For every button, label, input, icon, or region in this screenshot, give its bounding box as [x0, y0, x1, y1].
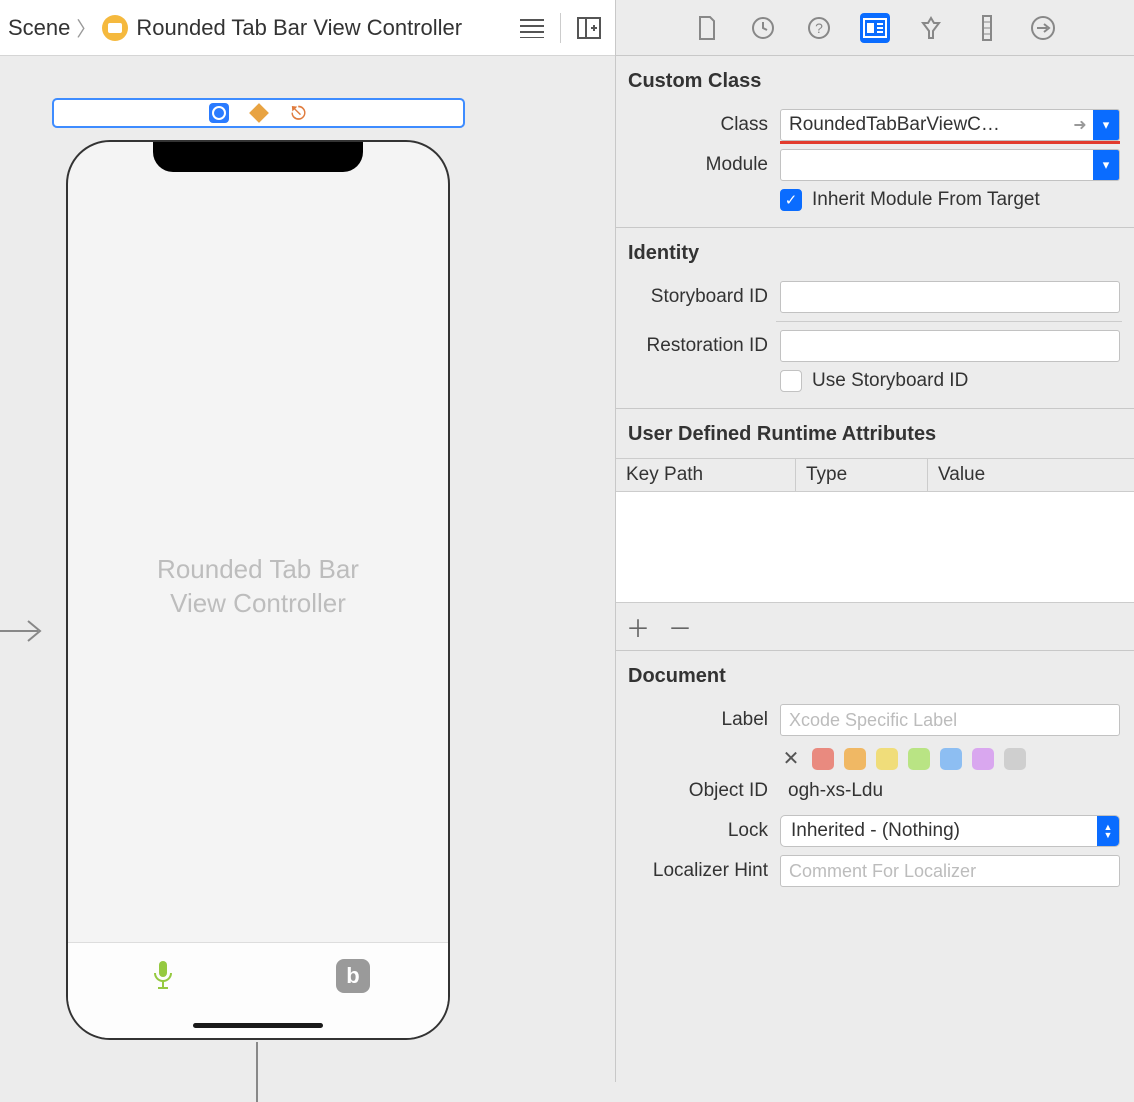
outline-toggle-icon[interactable] [514, 10, 550, 46]
scene-dock[interactable]: ⎋ [52, 98, 465, 128]
custom-class-section: Custom Class Class RoundedTabBarViewC… ➜… [616, 56, 1134, 228]
inspector-pane: ? Custom Class Class RoundedTabBarViewC…… [616, 0, 1134, 1082]
runtime-attrs-title: User Defined Runtime Attributes [616, 419, 1134, 458]
breadcrumb: Scene 〉 Rounded Tab Bar View Controller [8, 13, 514, 42]
home-indicator [193, 1023, 323, 1028]
identity-section: Identity Storyboard ID Restoration ID Us… [616, 228, 1134, 409]
lock-select[interactable]: Inherited - (Nothing) ▲▼ [780, 815, 1120, 847]
label-input[interactable] [780, 704, 1120, 736]
identity-divider [776, 321, 1122, 322]
runtime-attrs-actions: ＋ － [616, 602, 1134, 650]
device-frame[interactable]: Rounded Tab Bar View Controller b [66, 140, 450, 1040]
add-attr-button[interactable]: ＋ [626, 609, 650, 644]
class-highlight [780, 141, 1120, 144]
col-keypath[interactable]: Key Path [616, 459, 796, 491]
swatch-green[interactable] [908, 748, 930, 770]
swatch-yellow[interactable] [876, 748, 898, 770]
controller-placeholder-label: Rounded Tab Bar View Controller [106, 553, 410, 621]
history-inspector-tab-icon[interactable] [748, 13, 778, 43]
breadcrumb-controller[interactable]: Rounded Tab Bar View Controller [136, 15, 462, 41]
entry-arrow-icon[interactable] [0, 616, 46, 646]
swatch-gray[interactable] [1004, 748, 1026, 770]
restoration-id-label: Restoration ID [616, 335, 780, 357]
col-value[interactable]: Value [928, 459, 1134, 491]
runtime-attrs-section: User Defined Runtime Attributes Key Path… [616, 409, 1134, 651]
localizer-hint-input[interactable] [780, 855, 1120, 887]
tab-item-b-icon[interactable]: b [336, 959, 370, 993]
class-label: Class [616, 114, 780, 136]
size-inspector-tab-icon[interactable] [972, 13, 1002, 43]
class-nav-icon[interactable]: ➜ [1067, 115, 1093, 135]
class-value: RoundedTabBarViewC… [781, 114, 1067, 136]
segue-line [256, 1042, 258, 1102]
lock-value: Inherited - (Nothing) [781, 820, 1097, 842]
use-storyboard-id-label: Use Storyboard ID [812, 370, 968, 392]
tab-item-mic-icon[interactable] [146, 959, 180, 993]
localizer-hint-label: Localizer Hint [616, 860, 780, 882]
col-type[interactable]: Type [796, 459, 928, 491]
module-combobox[interactable]: ▾ [780, 149, 1120, 181]
lock-label: Lock [616, 820, 780, 842]
runtime-attrs-table[interactable] [616, 492, 1134, 602]
svg-text:?: ? [815, 20, 823, 36]
identity-inspector-tab-icon[interactable] [860, 13, 890, 43]
chevron-down-icon[interactable]: ▾ [1093, 150, 1119, 180]
swatch-purple[interactable] [972, 748, 994, 770]
label-label: Label [616, 709, 780, 731]
swatch-blue[interactable] [940, 748, 962, 770]
chevron-right-icon: 〉 [76, 13, 96, 42]
chevron-down-icon[interactable]: ▾ [1093, 110, 1119, 140]
label-color-swatches: ✕ [616, 740, 1134, 771]
connections-inspector-tab-icon[interactable] [1028, 13, 1058, 43]
file-inspector-tab-icon[interactable] [692, 13, 722, 43]
swatch-orange[interactable] [844, 748, 866, 770]
exit-dock-icon[interactable]: ⎋ [289, 103, 309, 123]
identity-title: Identity [616, 238, 1134, 277]
first-responder-dock-icon[interactable] [249, 103, 269, 123]
breadcrumb-scene[interactable]: Scene [8, 15, 70, 41]
use-storyboard-id-checkbox[interactable] [780, 370, 802, 392]
document-section: Document Label ✕ Object ID ogh-xs-Ldu Lo… [616, 651, 1134, 907]
toolbar-divider [560, 13, 561, 43]
view-controller-dock-icon[interactable] [209, 103, 229, 123]
canvas-top-bar: Scene 〉 Rounded Tab Bar View Controller [0, 0, 615, 56]
runtime-attrs-headers: Key Path Type Value [616, 458, 1134, 492]
storyboard-canvas[interactable]: ⎋ Rounded Tab Bar View Controller b [0, 56, 615, 1082]
updown-caret-icon[interactable]: ▲▼ [1097, 816, 1119, 846]
swatch-red[interactable] [812, 748, 834, 770]
remove-attr-button[interactable]: － [668, 609, 692, 644]
class-combobox[interactable]: RoundedTabBarViewC… ➜ ▾ [780, 109, 1120, 141]
add-panel-icon[interactable] [571, 10, 607, 46]
inherit-module-label: Inherit Module From Target [812, 189, 1040, 211]
object-id-label: Object ID [616, 780, 780, 802]
attributes-inspector-tab-icon[interactable] [916, 13, 946, 43]
help-inspector-tab-icon[interactable]: ? [804, 13, 834, 43]
storyboard-id-label: Storyboard ID [616, 286, 780, 308]
module-label: Module [616, 154, 780, 176]
object-id-value: ogh-xs-Ldu [780, 780, 891, 802]
storyboard-id-input[interactable] [780, 281, 1120, 313]
custom-class-title: Custom Class [616, 66, 1134, 105]
device-notch [153, 140, 363, 172]
inspector-tabs: ? [616, 0, 1134, 56]
canvas-pane: Scene 〉 Rounded Tab Bar View Controller … [0, 0, 616, 1082]
document-title: Document [616, 661, 1134, 700]
view-controller-icon [102, 15, 128, 41]
clear-color-icon[interactable]: ✕ [780, 746, 802, 771]
restoration-id-input[interactable] [780, 330, 1120, 362]
inherit-module-checkbox[interactable]: ✓ [780, 189, 802, 211]
